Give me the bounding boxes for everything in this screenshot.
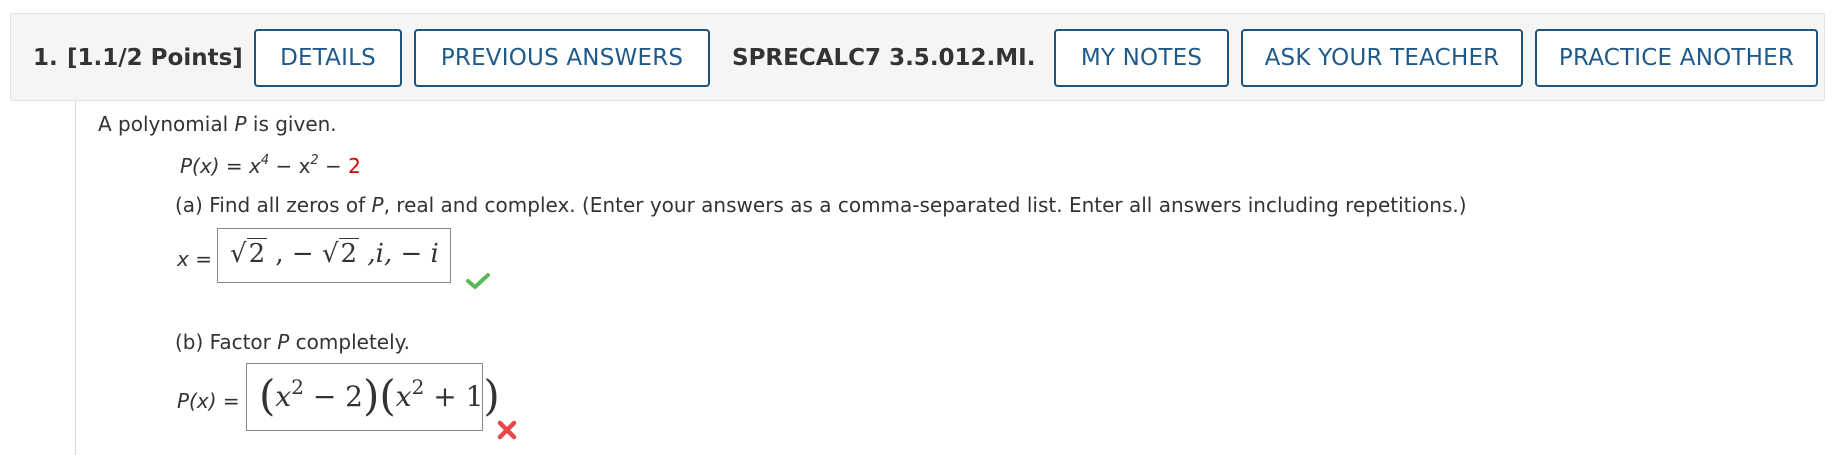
checkmark-icon [466,273,490,289]
part-b-prompt: (b) Factor P completely. [175,330,410,354]
ask-your-teacher-button[interactable]: ASK YOUR TEACHER [1241,29,1523,87]
question-intro: A polynomial P is given. [98,112,337,136]
part-a-prompt: (a) Find all zeros of P, real and comple… [175,193,1467,217]
practice-another-button[interactable]: PRACTICE ANOTHER [1535,29,1818,87]
my-notes-button[interactable]: MY NOTES [1054,29,1229,87]
question-points: [1.1/2 Points] [67,45,243,71]
polynomial-constant: 2 [348,154,361,178]
details-button[interactable]: DETAILS [254,29,402,87]
answer-b-math: (x2 − 2)(x2 + 1) [259,371,500,420]
polynomial-expression: P(x) = x4 − x2 − 2 [180,153,361,178]
cross-icon [497,420,517,440]
previous-answers-button[interactable]: PREVIOUS ANSWERS [414,29,710,87]
question-header: 1. [1.1/2 Points] DETAILS PREVIOUS ANSWE… [10,13,1825,101]
content-left-rule [75,101,76,455]
part-b-lhs: P(x) = [177,389,240,413]
sqrt-icon: √ [230,239,247,269]
answer-a-field[interactable]: √2 , − √2 ,i, − i [217,228,451,283]
answer-a-math: √2 , − √2 ,i, − i [230,238,439,269]
problem-code: SPRECALC7 3.5.012.MI. [732,45,1036,71]
part-a-lhs: x = [177,247,212,271]
sqrt-icon: √ [321,239,339,269]
answer-b-field[interactable]: (x2 − 2)(x2 + 1) [246,363,500,431]
question-number: 1. [33,45,58,71]
